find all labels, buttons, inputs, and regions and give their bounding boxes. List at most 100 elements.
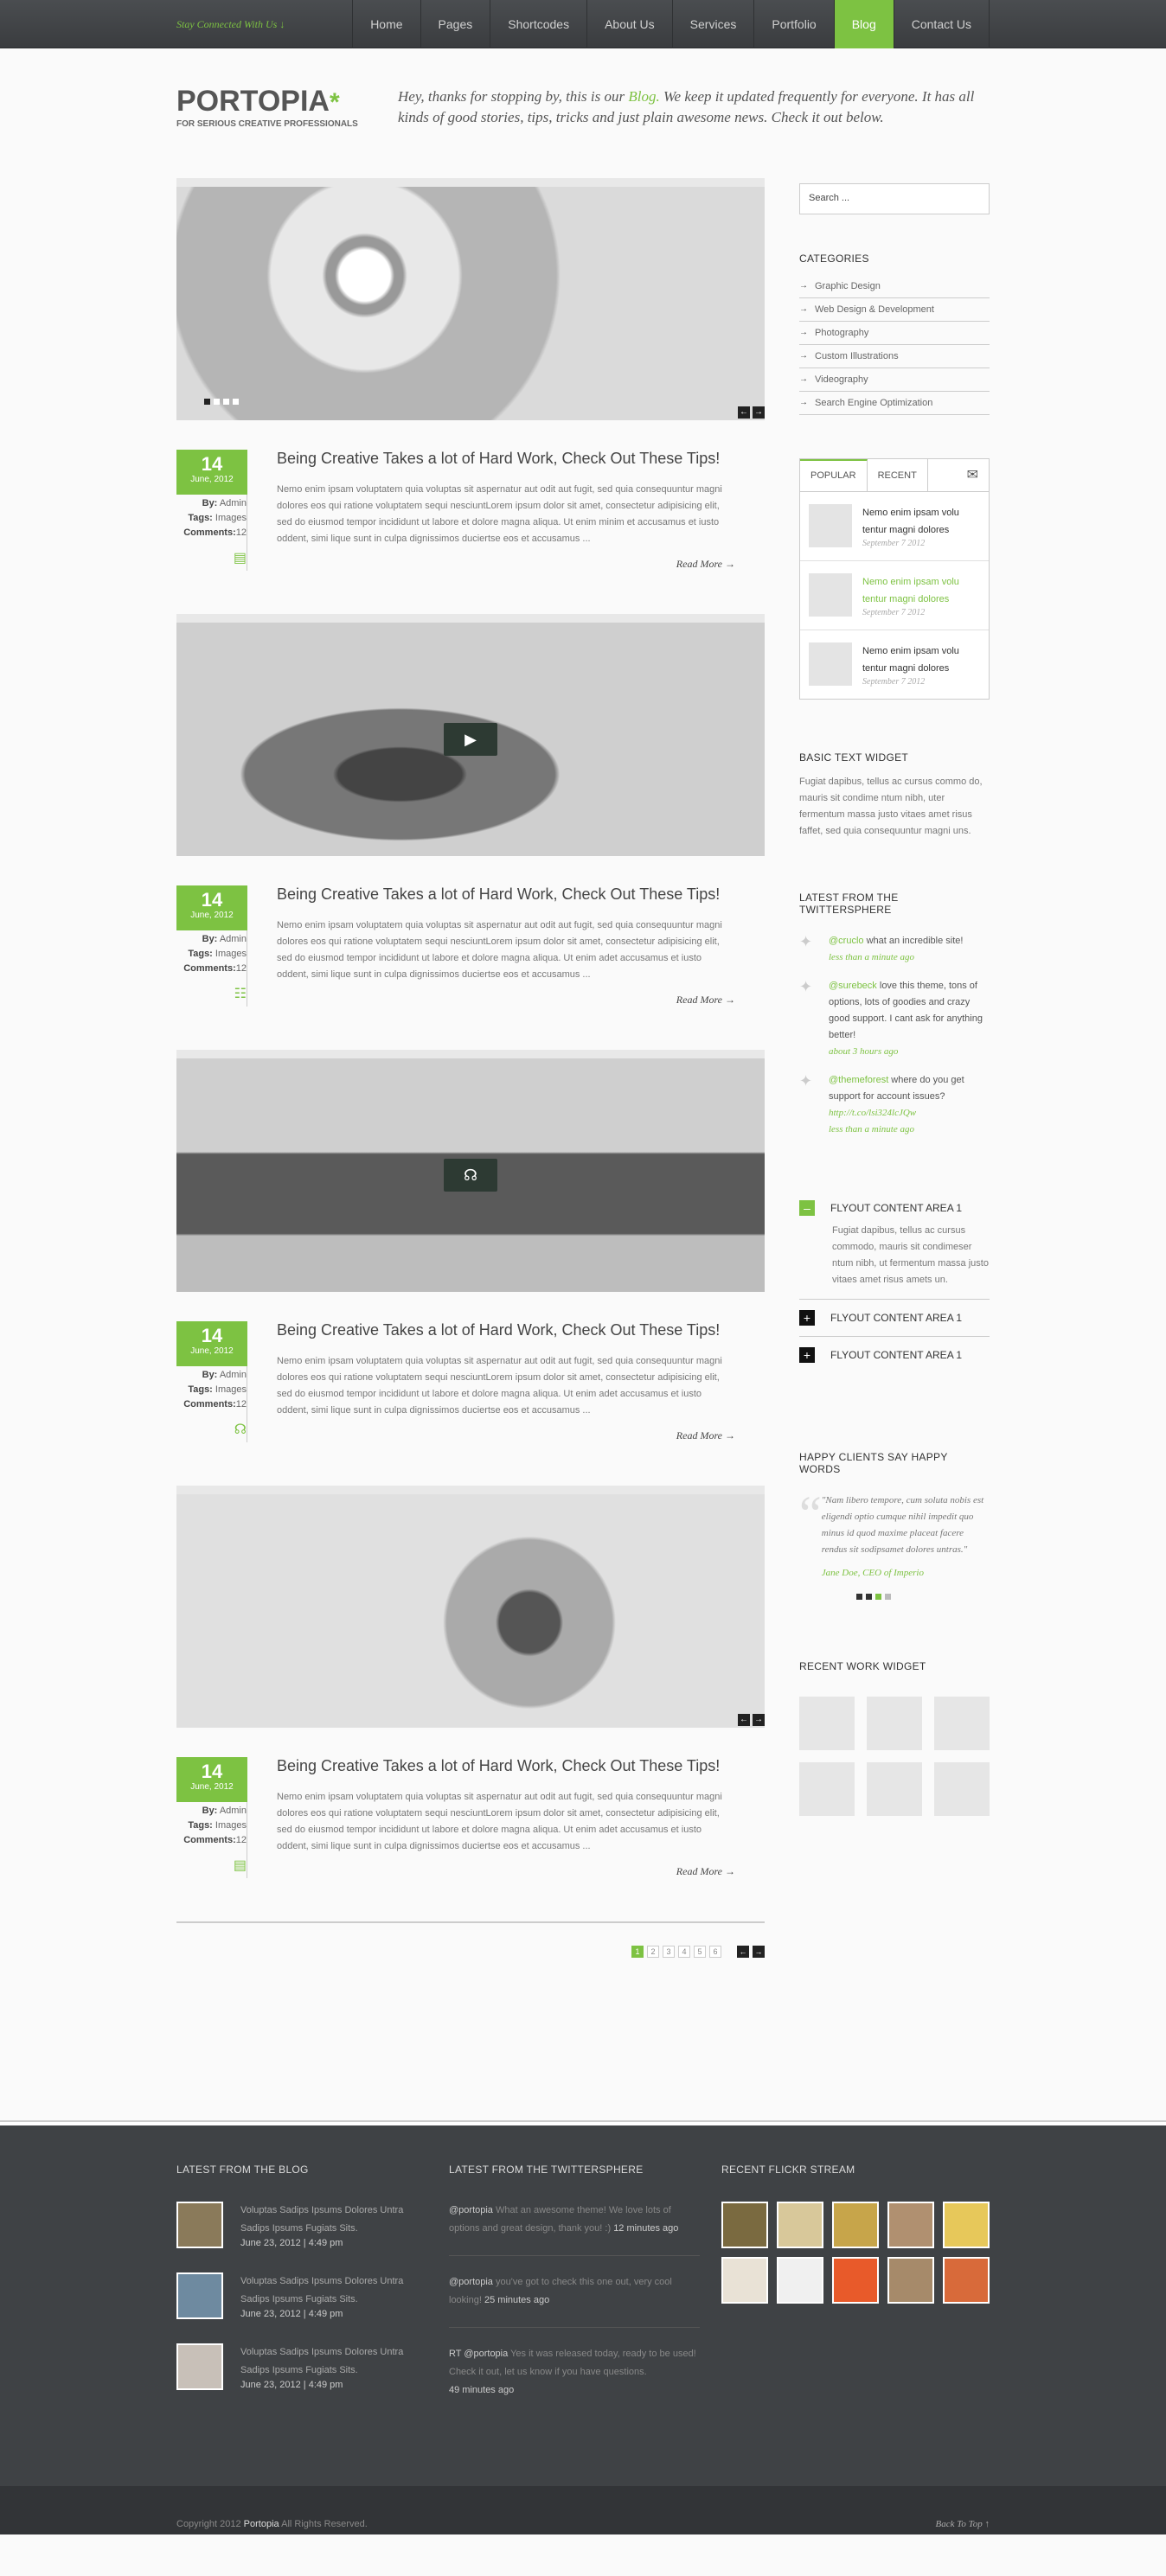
read-more-link[interactable]: Read More → [676,1865,735,1877]
post-comments[interactable]: 12 [236,1399,247,1409]
post-image-slider[interactable]: ← → [176,187,765,420]
flyout-toggle[interactable]: – FLYOUT CONTENT AREA 1 [799,1200,990,1216]
category-item[interactable]: Custom Illustrations [799,345,990,368]
work-thumbnail[interactable] [934,1697,990,1750]
footer-post[interactable]: Voluptas Sadips Ipsums Dolores Untra Sad… [176,2272,427,2319]
work-thumbnail[interactable] [799,1697,855,1750]
flyout-toggle[interactable]: + FLYOUT CONTENT AREA 1 [799,1347,990,1363]
slider-next-icon[interactable]: → [753,1714,765,1726]
flickr-photo[interactable] [887,2202,934,2248]
nav-about-us[interactable]: About Us [586,0,672,48]
page-6[interactable]: 6 [709,1946,721,1958]
flickr-photo[interactable] [943,2257,990,2304]
nav-pages[interactable]: Pages [420,0,490,48]
nav-contact-us[interactable]: Contact Us [893,0,990,48]
nav-services[interactable]: Services [671,0,754,48]
flickr-photo[interactable] [832,2257,879,2304]
tweet-user[interactable]: @cruclo [829,936,864,946]
nav-home[interactable]: Home [352,0,420,48]
slider-prev-icon[interactable]: ← [738,1714,750,1726]
read-more-link[interactable]: Read More → [676,558,735,570]
tweet-user[interactable]: @portopia [449,2205,493,2215]
tweet-user[interactable]: @themeforest [829,1075,888,1085]
page-4[interactable]: 4 [678,1946,690,1958]
work-thumbnail[interactable] [934,1762,990,1816]
logo[interactable]: PORTOPIA* FOR SERIOUS CREATIVE PROFESSIO… [176,86,398,129]
post-comments[interactable]: 12 [236,527,247,538]
flickr-photo[interactable] [832,2202,879,2248]
popular-post-item[interactable]: Nemo enim ipsam volu tentur magni dolore… [800,630,989,699]
category-item[interactable]: Graphic Design [799,275,990,298]
slider-dot[interactable] [214,399,220,405]
post-tags[interactable]: Images [215,513,247,523]
category-item[interactable]: Photography [799,322,990,345]
post-author[interactable]: Admin [220,934,247,944]
read-more-link[interactable]: Read More → [676,994,735,1006]
back-to-top-link[interactable]: Back To Top ↑ [936,2519,990,2529]
work-thumbnail[interactable] [799,1762,855,1816]
dot[interactable] [875,1594,881,1600]
post-title[interactable]: Being Creative Takes a lot of Hard Work,… [277,1321,735,1339]
dot[interactable] [866,1594,872,1600]
category-item[interactable]: Search Engine Optimization [799,392,990,415]
post-image-slider[interactable]: ← → [176,1494,765,1728]
post-author[interactable]: Admin [220,1370,247,1380]
category-item[interactable]: Videography [799,368,990,392]
post-tags[interactable]: Images [215,1820,247,1831]
page-5[interactable]: 5 [694,1946,706,1958]
nav-blog[interactable]: Blog [833,0,894,48]
post-video[interactable]: ▶ [176,623,765,856]
nav-portfolio[interactable]: Portfolio [753,0,833,48]
post-comments[interactable]: 12 [236,1835,247,1845]
post-author[interactable]: Admin [220,498,247,508]
tweet-user[interactable]: @surebeck [829,981,877,991]
post-comments[interactable]: 12 [236,963,247,974]
flickr-photo[interactable] [887,2257,934,2304]
popular-post-item[interactable]: Nemo enim ipsam volu tentur magni dolore… [800,561,989,630]
slider-dot[interactable] [204,399,210,405]
footer-post[interactable]: Voluptas Sadips Ipsums Dolores Untra Sad… [176,2343,427,2390]
stay-connected-link[interactable]: Stay Connected With Us ↓ [176,18,285,31]
flickr-photo[interactable] [721,2257,768,2304]
search-input[interactable]: Search ... [799,183,990,214]
post-title[interactable]: Being Creative Takes a lot of Hard Work,… [277,885,735,904]
slider-next-icon[interactable]: → [753,406,765,419]
headphones-icon[interactable]: ☊ [444,1159,497,1192]
page-1[interactable]: 1 [631,1946,644,1958]
intro-blog-link[interactable]: Blog. [628,88,659,105]
tab-popular[interactable]: POPULAR [800,459,868,491]
slider-prev-icon[interactable]: ← [738,406,750,419]
slider-dot[interactable] [223,399,229,405]
tweet-link[interactable]: http://t.co/lsi324lcJQw [829,1108,916,1118]
post-author[interactable]: Admin [220,1806,247,1816]
slider-dot[interactable] [233,399,239,405]
category-item[interactable]: Web Design & Development [799,298,990,322]
footer-post[interactable]: Voluptas Sadips Ipsums Dolores Untra Sad… [176,2202,427,2248]
flickr-photo[interactable] [721,2202,768,2248]
page-2[interactable]: 2 [647,1946,659,1958]
dot[interactable] [856,1594,862,1600]
tab-recent[interactable]: RECENT [868,459,928,491]
popular-post-item[interactable]: Nemo enim ipsam volu tentur magni dolore… [800,492,989,561]
flickr-photo[interactable] [777,2257,823,2304]
post-tags[interactable]: Images [215,949,247,959]
page-3[interactable]: 3 [663,1946,675,1958]
nav-shortcodes[interactable]: Shortcodes [490,0,586,48]
post-title[interactable]: Being Creative Takes a lot of Hard Work,… [277,450,735,468]
post-title[interactable]: Being Creative Takes a lot of Hard Work,… [277,1757,735,1775]
work-thumbnail[interactable] [867,1762,922,1816]
flickr-photo[interactable] [777,2202,823,2248]
flyout-toggle[interactable]: + FLYOUT CONTENT AREA 1 [799,1310,990,1326]
play-icon[interactable]: ▶ [444,723,497,756]
prev-page-icon[interactable]: ← [737,1946,749,1958]
flickr-photo[interactable] [943,2202,990,2248]
post-audio[interactable]: ☊ [176,1058,765,1292]
read-more-link[interactable]: Read More → [676,1429,735,1441]
tweet-user[interactable]: RT @portopia [449,2349,508,2359]
dot[interactable] [885,1594,891,1600]
comments-icon[interactable]: ✉ [957,459,989,491]
post-tags[interactable]: Images [215,1384,247,1395]
next-page-icon[interactable]: → [753,1946,765,1958]
tweet-user[interactable]: @portopia [449,2277,493,2287]
work-thumbnail[interactable] [867,1697,922,1750]
